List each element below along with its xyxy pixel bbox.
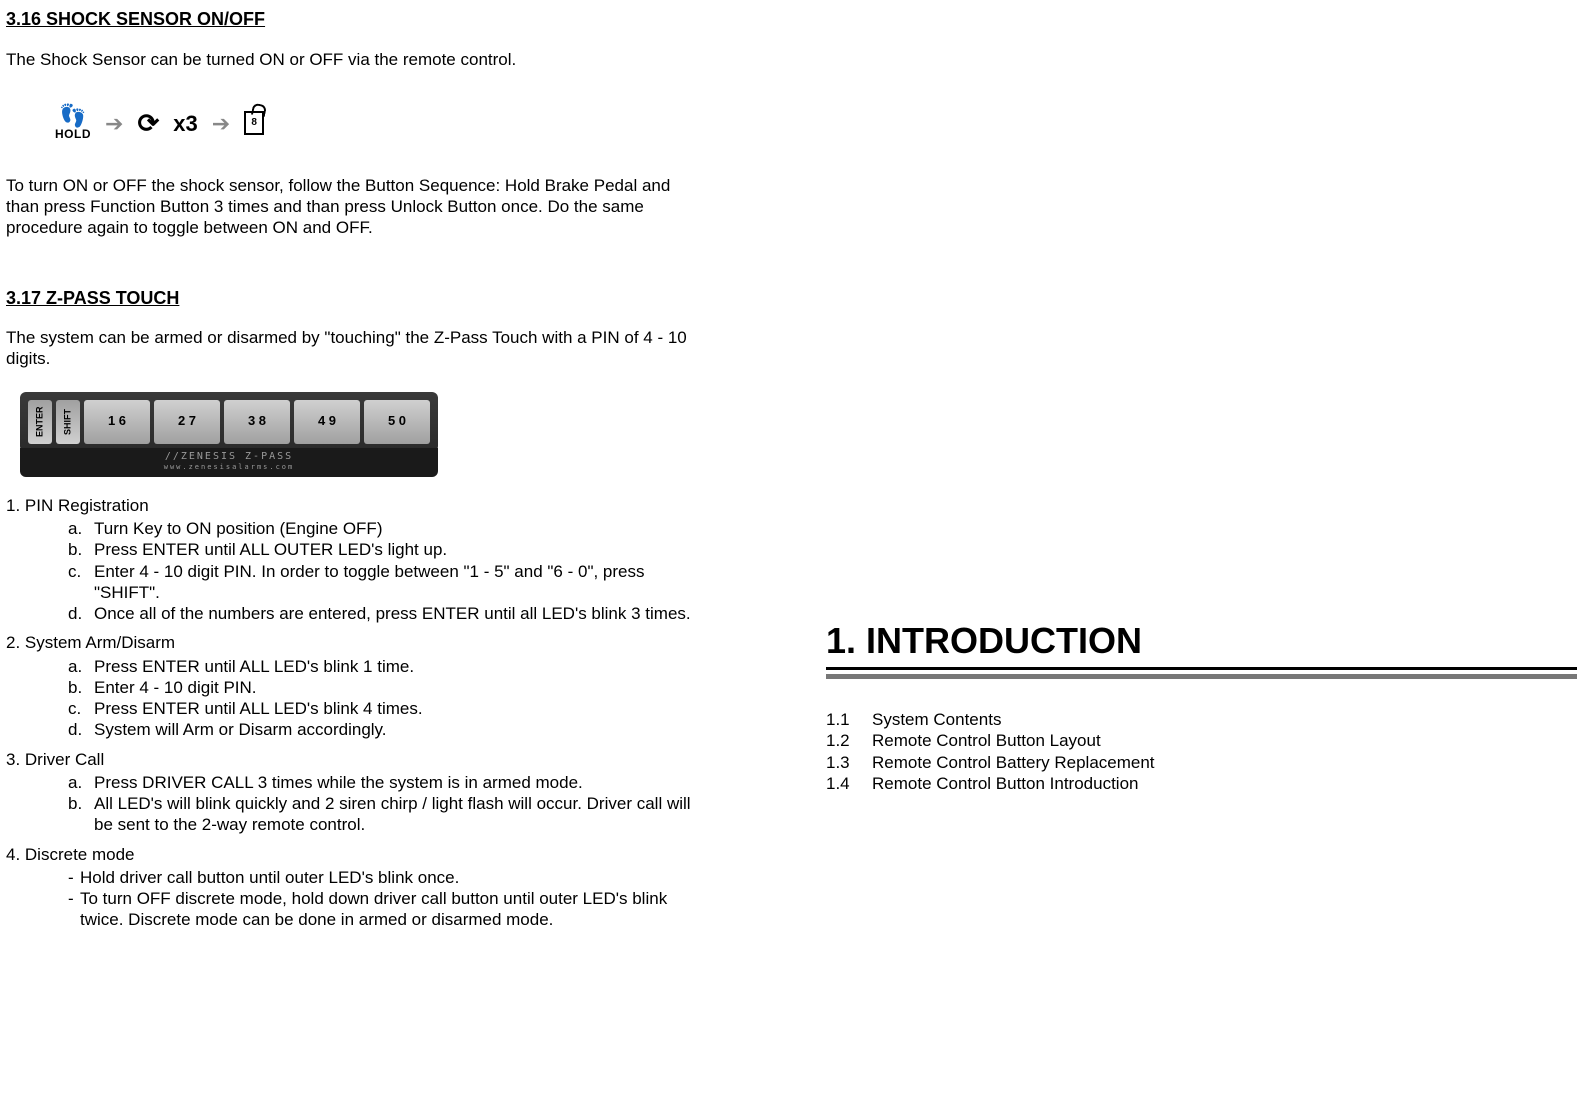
foot-icon: 👣	[59, 105, 86, 127]
unlock-inner-label: 8	[251, 117, 257, 130]
arrow-right-icon: ➔	[105, 110, 123, 138]
list-item: To turn OFF discrete mode, hold down dri…	[68, 888, 706, 931]
times-three-label: x3	[173, 110, 197, 138]
list-item: c.Enter 4 - 10 digit PIN. In order to to…	[68, 561, 706, 604]
arm-disarm-list: a.Press ENTER until ALL LED's blink 1 ti…	[6, 656, 706, 741]
keypad-enter: ENTER	[28, 400, 52, 444]
pin-registration-section: 1. PIN Registration a.Turn Key to ON pos…	[6, 495, 706, 931]
section-3-16-para2: To turn ON or OFF the shock sensor, foll…	[6, 175, 696, 239]
arrow-right-icon: ➔	[212, 110, 230, 138]
left-column: 3.16 SHOCK SENSOR ON/OFF The Shock Senso…	[6, 8, 706, 1086]
unlock-icon: 8	[244, 111, 264, 135]
pin-registration-list: a.Turn Key to ON position (Engine OFF) b…	[6, 518, 706, 624]
list-item: a.Turn Key to ON position (Engine OFF)	[68, 518, 706, 539]
list-item: b.Press ENTER until ALL OUTER LED's ligh…	[68, 539, 706, 560]
list-item: d.System will Arm or Disarm accordingly.	[68, 719, 706, 740]
list-item: a.Press ENTER until ALL LED's blink 1 ti…	[68, 656, 706, 677]
list-item: c.Press ENTER until ALL LED's blink 4 ti…	[68, 698, 706, 719]
section-3-16-heading: 3.16 SHOCK SENSOR ON/OFF	[6, 8, 706, 31]
zpass-keypad-illustration: ENTER SHIFT 1 6 2 7 3 8 4 9 5 0 //ZENESI…	[20, 392, 438, 477]
arm-disarm-title: 2. System Arm/Disarm	[6, 632, 706, 653]
keypad-shift: SHIFT	[56, 400, 80, 444]
keypad-key-4-9: 4 9	[294, 400, 360, 444]
right-column: 1. INTRODUCTION 1.1System Contents 1.2Re…	[826, 8, 1577, 1086]
section-3-16-intro: The Shock Sensor can be turned ON or OFF…	[6, 49, 696, 70]
hold-label: HOLD	[55, 127, 91, 142]
keypad-key-1-6: 1 6	[84, 400, 150, 444]
list-item: b.All LED's will blink quickly and 2 sir…	[68, 793, 706, 836]
toc-item: 1.1System Contents	[826, 709, 1577, 730]
driver-call-list: a.Press DRIVER CALL 3 times while the sy…	[6, 772, 706, 836]
driver-call-title: 3. Driver Call	[6, 749, 706, 770]
introduction-toc: 1.1System Contents 1.2Remote Control But…	[826, 709, 1577, 794]
keypad-key-2-7: 2 7	[154, 400, 220, 444]
introduction-heading: 1. INTRODUCTION	[826, 618, 1577, 670]
keypad-brand-strip: //ZENESIS Z-PASS www.zenesisalarms.com	[20, 448, 438, 477]
hold-icon: 👣 HOLD	[55, 105, 91, 142]
keypad-brand-sub: www.zenesisalarms.com	[20, 463, 438, 472]
list-item: b.Enter 4 - 10 digit PIN.	[68, 677, 706, 698]
toc-item: 1.2Remote Control Button Layout	[826, 730, 1577, 751]
keypad-brand: //ZENESIS Z-PASS	[20, 451, 438, 464]
list-item: Hold driver call button until outer LED'…	[68, 867, 706, 888]
toc-item: 1.3Remote Control Battery Replacement	[826, 752, 1577, 773]
section-3-17-heading: 3.17 Z-PASS TOUCH	[6, 287, 706, 310]
cycle-icon: ⟳	[137, 107, 159, 140]
button-sequence-illustration: 👣 HOLD ➔ ⟳ x3 ➔ 8	[46, 94, 279, 153]
list-item: d.Once all of the numbers are entered, p…	[68, 603, 706, 624]
pin-registration-title: 1. PIN Registration	[6, 495, 706, 516]
toc-item: 1.4Remote Control Button Introduction	[826, 773, 1577, 794]
discrete-mode-list: Hold driver call button until outer LED'…	[6, 867, 706, 931]
discrete-mode-title: 4. Discrete mode	[6, 844, 706, 865]
list-item: a.Press DRIVER CALL 3 times while the sy…	[68, 772, 706, 793]
keypad-key-3-8: 3 8	[224, 400, 290, 444]
section-3-17-intro: The system can be armed or disarmed by "…	[6, 327, 696, 370]
heading-rule	[826, 674, 1577, 679]
keypad-key-5-0: 5 0	[364, 400, 430, 444]
